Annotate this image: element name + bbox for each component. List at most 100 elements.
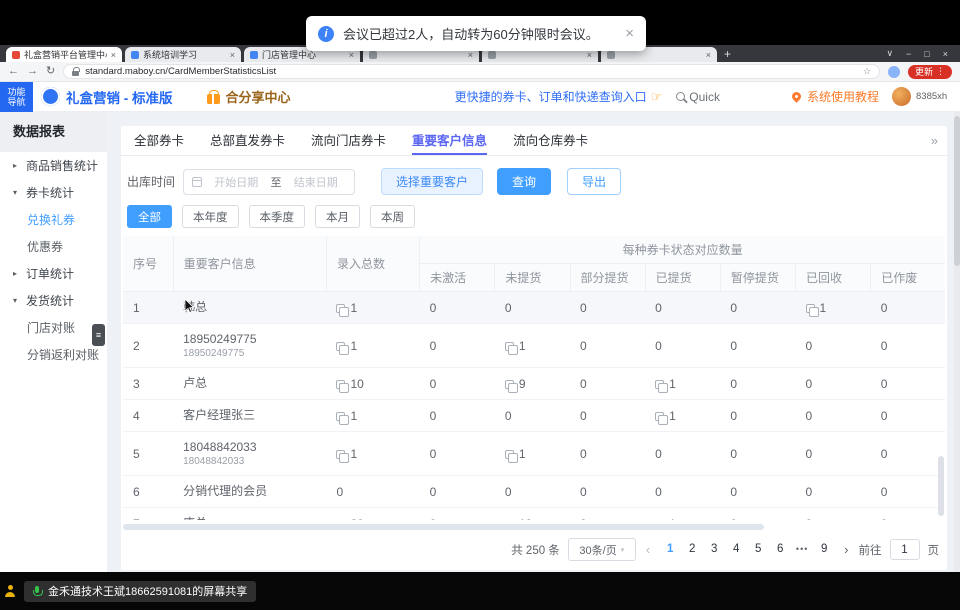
sidebar-item-rebate-reconcile[interactable]: 分销返利对账 — [0, 341, 107, 368]
tab-store-flow-cards[interactable]: 流向门店券卡 — [311, 126, 386, 155]
back-icon[interactable]: ← — [8, 66, 19, 77]
share-center-link[interactable]: 合分享中心 — [207, 87, 291, 106]
goto-unit: 页 — [928, 542, 940, 558]
url-text[interactable]: standard.maboy.cn/CardMemberStatisticsLi… — [85, 66, 857, 77]
cell-count: 0 — [645, 292, 720, 324]
search-button[interactable]: 查询 — [497, 168, 551, 195]
col-header-status: 未提货 — [495, 264, 570, 292]
sidebar-item-store-reconcile[interactable]: 门店对账 — [0, 314, 107, 341]
tabs-expand-icon[interactable]: » — [931, 133, 938, 148]
table-row[interactable]: 4客户经理张三10001000 — [123, 400, 945, 432]
sidebar-item-shipping-stats[interactable]: ▾ 发货统计 — [0, 287, 107, 314]
vertical-scrollbar[interactable] — [938, 456, 944, 516]
next-page-button[interactable]: › — [842, 542, 850, 557]
select-customer-button[interactable]: 选择重要客户 — [381, 168, 483, 195]
cell-count: 0 — [871, 476, 945, 508]
date-range-input[interactable]: 开始日期 至 结束日期 — [183, 169, 355, 195]
table-row[interactable]: 6分销代理的会员00000000 — [123, 476, 945, 508]
tab-important-customers[interactable]: 重要客户信息 — [412, 126, 487, 155]
tab-close-icon[interactable]: × — [468, 50, 473, 60]
table-row[interactable]: 7唐总2001801000 — [123, 508, 945, 521]
cell-count: 0 — [871, 292, 945, 324]
quick-filter-week[interactable]: 本周 — [370, 205, 415, 228]
page-number[interactable]: 6 — [770, 538, 790, 561]
bookmark-icon[interactable]: ☆ — [863, 66, 871, 77]
table-row[interactable]: 2189502497751895024977510100000 — [123, 324, 945, 368]
window-scrollbar-thumb[interactable] — [954, 116, 960, 266]
card-count-icon — [336, 304, 345, 313]
browser-update-button[interactable]: 更新 ⋮ — [908, 65, 952, 79]
pages-ellipsis[interactable]: ••• — [792, 538, 812, 561]
page-number[interactable]: 1 — [660, 538, 680, 561]
sidebar-item-exchange-voucher[interactable]: 兑换礼券 — [0, 206, 107, 233]
tab-search-icon[interactable]: ∨ — [886, 48, 893, 59]
search-icon[interactable] — [676, 92, 685, 101]
username[interactable]: 8385xh — [916, 92, 948, 102]
page-size-select[interactable]: 30条/页 ▾ — [568, 538, 636, 561]
table-row[interactable]: 5180488420331804884203310100000 — [123, 432, 945, 476]
browser-tab[interactable]: 礼盒营销平台管理中心 × — [6, 47, 122, 62]
close-window-button[interactable]: × — [943, 49, 948, 59]
browser-tab[interactable]: 系统培训学习 × — [125, 47, 241, 62]
table-row[interactable]: 3卢总100901000 — [123, 368, 945, 400]
prev-page-button[interactable]: ‹ — [644, 542, 652, 557]
reload-icon[interactable]: ↻ — [46, 66, 55, 77]
table-row[interactable]: 1韩总10000010 — [123, 292, 945, 324]
maximize-button[interactable]: □ — [924, 49, 929, 59]
browser-profile-avatar[interactable] — [888, 66, 900, 78]
info-icon: i — [318, 26, 334, 42]
export-button[interactable]: 导出 — [567, 168, 621, 195]
goto-page-input[interactable] — [890, 539, 920, 560]
quick-filter-quarter[interactable]: 本季度 — [249, 205, 306, 228]
page-number[interactable]: 9 — [814, 538, 834, 561]
page-number[interactable]: 5 — [748, 538, 768, 561]
tab-all-cards[interactable]: 全部券卡 — [134, 126, 184, 155]
quick-filter-month[interactable]: 本月 — [315, 205, 360, 228]
quick-filter-year[interactable]: 本年度 — [182, 205, 239, 228]
tab-warehouse-flow-cards[interactable]: 流向仓库券卡 — [513, 126, 588, 155]
page-number[interactable]: 4 — [726, 538, 746, 561]
forward-icon[interactable]: → — [27, 66, 38, 77]
tab-close-icon[interactable]: × — [587, 50, 592, 60]
horizontal-scrollbar-thumb[interactable] — [123, 524, 764, 530]
tab-close-icon[interactable]: × — [111, 50, 116, 60]
sidebar-item-product-sales[interactable]: ▸ 商品销售统计 — [0, 152, 107, 179]
tutorial-link[interactable]: 系统使用教程 — [807, 88, 879, 105]
tab-close-icon[interactable]: × — [706, 50, 711, 60]
page-number[interactable]: 2 — [682, 538, 702, 561]
sidebar-section-title: 数据报表 — [0, 112, 107, 152]
sidebar-item-label: 兑换礼券 — [27, 211, 75, 228]
col-group-header: 每种券卡状态对应数量 — [420, 236, 945, 264]
new-tab-button[interactable]: + — [724, 47, 731, 61]
screen-share-label: 金禾通技术王斌18662591081的屏幕共享 — [48, 583, 247, 599]
cell-count: 0 — [871, 432, 945, 476]
cell-count: 0 — [645, 476, 720, 508]
card-count-icon — [505, 380, 514, 389]
sidebar-collapse-handle[interactable]: ≡ — [92, 324, 105, 346]
chevron-down-icon: ▾ — [621, 546, 625, 554]
sidebar-item-card-stats[interactable]: ▾ 券卡统计 — [0, 179, 107, 206]
cell-count: 0 — [420, 476, 495, 508]
tab-hq-direct-cards[interactable]: 总部直发券卡 — [210, 126, 285, 155]
cell-count: 0 — [720, 400, 795, 432]
cell-count: 1 — [326, 400, 419, 432]
toast-close-icon[interactable]: × — [625, 25, 634, 42]
page-size-value: 30条/页 — [579, 542, 616, 558]
tab-close-icon[interactable]: × — [349, 50, 354, 60]
card-count-icon — [505, 450, 514, 459]
sidebar-item-coupon[interactable]: 优惠券 — [0, 233, 107, 260]
quick-search-label[interactable]: Quick — [689, 90, 720, 104]
user-avatar[interactable] — [892, 87, 911, 106]
cell-count: 0 — [495, 292, 570, 324]
cell-count: 0 — [570, 508, 645, 521]
quick-filter-all[interactable]: 全部 — [127, 205, 172, 228]
sidebar-item-order-stats[interactable]: ▸ 订单统计 — [0, 260, 107, 287]
minimize-button[interactable]: − — [906, 49, 911, 59]
tab-close-icon[interactable]: × — [230, 50, 235, 60]
quick-entry-link[interactable]: 更快捷的券卡、订单和快递查询入口 — [455, 88, 647, 105]
caret-icon: ▾ — [13, 188, 21, 197]
cell-customer: 卢总 — [173, 368, 326, 400]
url-field[interactable]: standard.maboy.cn/CardMemberStatisticsLi… — [63, 64, 880, 79]
nav-toggle-button[interactable]: 功能导航 — [0, 82, 33, 112]
page-number[interactable]: 3 — [704, 538, 724, 561]
